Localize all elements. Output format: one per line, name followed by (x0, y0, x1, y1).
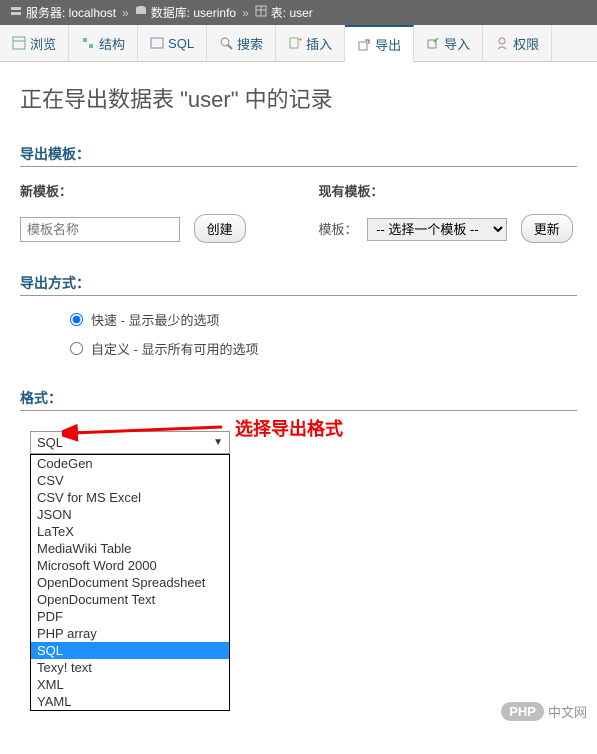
tab-search[interactable]: 搜索 (207, 25, 276, 61)
section-format: 格式： (20, 388, 577, 411)
tab-insert[interactable]: + 插入 (276, 25, 345, 61)
main-content: 正在导出数据表 "user" 中的记录 导出模板： 新模板： 创建 现有模板： … (0, 62, 597, 731)
table-icon (255, 5, 267, 20)
tab-label: 浏览 (30, 34, 56, 53)
watermark: PHP 中文网 (501, 702, 587, 721)
format-option[interactable]: CodeGen (31, 455, 229, 472)
tab-sql[interactable]: SQL (138, 25, 207, 61)
tab-privileges[interactable]: 权限 (483, 25, 552, 61)
create-button[interactable]: 创建 (194, 214, 246, 243)
chevron-down-icon: ▼ (213, 437, 223, 448)
breadcrumb-table[interactable]: 表: user (271, 4, 313, 21)
template-name-input[interactable] (20, 217, 180, 242)
tab-label: 权限 (513, 34, 539, 53)
breadcrumb: 服务器: localhost » 数据库: userinfo » 表: user (0, 0, 597, 25)
breadcrumb-database[interactable]: 数据库: userinfo (151, 4, 236, 21)
format-option[interactable]: MediaWiki Table (31, 540, 229, 557)
format-option[interactable]: Microsoft Word 2000 (31, 557, 229, 574)
tab-label: 结构 (99, 34, 125, 53)
format-option[interactable]: PDF (31, 608, 229, 625)
format-select-wrap: SQL ▼ CodeGenCSVCSV for MS ExcelJSONLaTe… (20, 431, 577, 711)
template-row: 新模板： 创建 现有模板： 模板： -- 选择一个模板 -- 更新 (20, 181, 577, 243)
browse-icon (12, 36, 26, 50)
privileges-icon (495, 36, 509, 50)
insert-icon: + (288, 36, 302, 50)
radio-custom[interactable]: 自定义 - 显示所有可用的选项 (70, 339, 577, 358)
format-option[interactable]: CSV (31, 472, 229, 489)
radio-quick[interactable]: 快速 - 显示最少的选项 (70, 310, 577, 329)
format-option[interactable]: OpenDocument Spreadsheet (31, 574, 229, 591)
tab-label: 导入 (444, 34, 470, 53)
tab-label: SQL (168, 36, 194, 51)
format-option[interactable]: YAML (31, 693, 229, 710)
format-option[interactable]: CSV for MS Excel (31, 489, 229, 506)
breadcrumb-sep: » (122, 6, 129, 20)
new-template-col: 新模板： 创建 (20, 181, 279, 243)
search-icon (219, 36, 233, 50)
format-options-list: CodeGenCSVCSV for MS ExcelJSONLaTeXMedia… (30, 454, 230, 711)
server-icon (10, 5, 22, 20)
tab-import[interactable]: 导入 (414, 25, 483, 61)
format-selected-value: SQL (37, 435, 63, 450)
format-option[interactable]: JSON (31, 506, 229, 523)
format-option[interactable]: XML (31, 676, 229, 693)
tab-browse[interactable]: 浏览 (0, 25, 69, 61)
database-icon (135, 5, 147, 20)
import-icon (426, 36, 440, 50)
format-select[interactable]: SQL ▼ (30, 431, 230, 454)
radio-quick-label: 快速 - 显示最少的选项 (91, 310, 220, 329)
watermark-badge: PHP (501, 702, 544, 721)
section-export-method: 导出方式： (20, 273, 577, 296)
existing-template-col: 现有模板： 模板： -- 选择一个模板 -- 更新 (319, 181, 578, 243)
svg-text:+: + (298, 36, 302, 44)
format-option[interactable]: Texy! text (31, 659, 229, 676)
breadcrumb-server[interactable]: 服务器: localhost (26, 4, 116, 21)
format-option[interactable]: LaTeX (31, 523, 229, 540)
breadcrumb-sep: » (242, 6, 249, 20)
export-method-group: 快速 - 显示最少的选项 自定义 - 显示所有可用的选项 (20, 310, 577, 358)
tab-export[interactable]: 导出 (345, 25, 414, 62)
existing-template-label: 现有模板： (319, 181, 578, 200)
template-inline-label: 模板： (319, 222, 358, 237)
update-button[interactable]: 更新 (521, 214, 573, 243)
new-template-label: 新模板： (20, 181, 279, 200)
tab-structure[interactable]: 结构 (69, 25, 138, 61)
template-select[interactable]: -- 选择一个模板 -- (367, 218, 507, 241)
tab-label: 插入 (306, 34, 332, 53)
format-option[interactable]: PHP array (31, 625, 229, 642)
sql-icon (150, 36, 164, 50)
radio-custom-input[interactable] (70, 342, 83, 355)
watermark-text: 中文网 (548, 702, 587, 721)
section-export-template: 导出模板： (20, 144, 577, 167)
tab-label: 搜索 (237, 34, 263, 53)
page-title: 正在导出数据表 "user" 中的记录 (20, 82, 577, 114)
radio-quick-input[interactable] (70, 313, 83, 326)
tab-label: 导出 (375, 35, 401, 54)
tabs-bar: 浏览 结构 SQL 搜索 + 插入 导出 导入 权限 (0, 25, 597, 62)
format-option[interactable]: SQL (31, 642, 229, 659)
structure-icon (81, 36, 95, 50)
radio-custom-label: 自定义 - 显示所有可用的选项 (91, 339, 259, 358)
export-icon (357, 38, 371, 52)
format-option[interactable]: OpenDocument Text (31, 591, 229, 608)
